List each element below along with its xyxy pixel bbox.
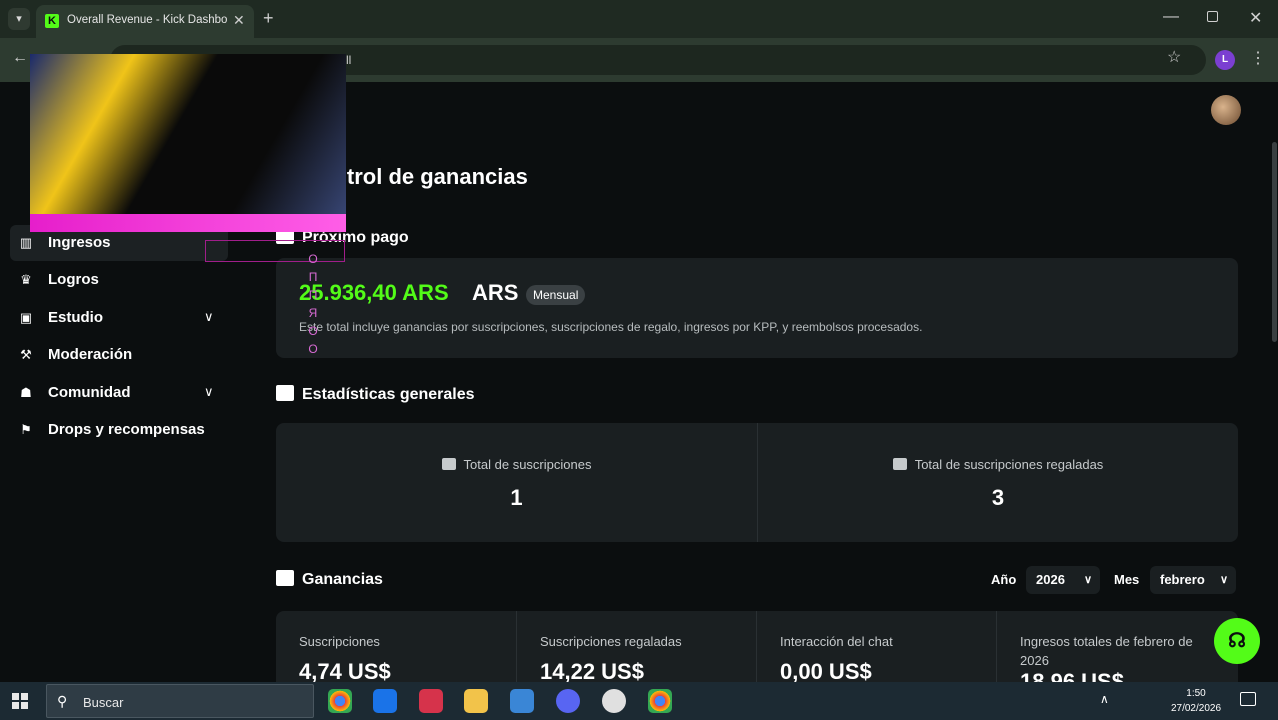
stat-value: 1	[510, 485, 523, 510]
bar-chart-icon	[892, 458, 907, 470]
month-select[interactable]: febrero ∨	[1150, 566, 1236, 594]
search-placeholder: Buscar	[83, 695, 124, 710]
stats-icon	[276, 385, 294, 401]
browser-tab-bar: ▾ K Overall Revenue - Kick Dashboard ✕ +…	[0, 0, 1278, 38]
bar-chart-icon	[276, 570, 294, 586]
mail-app-icon[interactable]	[373, 689, 397, 713]
earnings-label: Suscripciones	[299, 634, 380, 649]
chevron-down-icon[interactable]: ∨	[204, 309, 214, 325]
community-icon: ☗	[20, 385, 32, 400]
obs-app-icon[interactable]	[602, 689, 626, 713]
tab-search-button[interactable]: ▾	[8, 8, 30, 30]
sidebar-item-comunidad[interactable]: ☗ Comunidad ∨	[10, 375, 228, 411]
sidebar-item-estudio[interactable]: ▣ Estudio ∨	[10, 300, 228, 336]
profile-avatar[interactable]: L	[1215, 50, 1235, 70]
studio-icon: ▣	[19, 310, 33, 325]
year-label: Año	[991, 572, 1017, 587]
earnings-label: Ingresos totales de febrero de 2026	[1020, 634, 1193, 668]
notification-icon[interactable]	[1240, 692, 1256, 706]
bookmark-star-icon[interactable]: ☆	[1167, 47, 1181, 67]
tray-expand-icon[interactable]: ∧	[1100, 692, 1109, 706]
earnings-value: 18,96 US$	[1020, 669, 1124, 682]
user-avatar[interactable]	[1211, 95, 1241, 125]
close-window-icon[interactable]: ✕	[1249, 8, 1262, 28]
stat-total-subs: Total de suscripciones 1	[276, 423, 757, 542]
browser-tab[interactable]: K Overall Revenue - Kick Dashboard ✕	[36, 5, 254, 38]
bar-chart-icon: ▥	[19, 235, 33, 250]
chevron-down-icon: ∨	[1219, 574, 1228, 586]
bar-chart-icon	[441, 458, 456, 470]
taskbar-search[interactable]: ⚲ Buscar	[46, 684, 314, 718]
payment-description: Este total incluye ganancias por suscrip…	[299, 320, 923, 334]
stats-card: Total de suscripciones 1 Total de suscri…	[276, 423, 1238, 542]
sidebar-item-label: Moderación	[48, 346, 133, 363]
store-app-icon[interactable]	[510, 689, 534, 713]
sidebar-item-label: Comunidad	[48, 384, 131, 401]
chevron-down-icon: ∨	[1083, 574, 1092, 586]
stat-label: Total de suscripciones	[276, 457, 757, 472]
stat-value: 3	[991, 485, 1005, 510]
earnings-value: 4,74 US$	[299, 659, 391, 682]
back-arrow-icon[interactable]: ←	[12, 49, 28, 67]
sidebar-item-label: Logros	[48, 271, 99, 288]
url-text: ll	[346, 53, 352, 67]
earnings-subs: Suscripciones 4,74 US$	[276, 611, 516, 682]
payment-amount: 25.936,40 ARS	[299, 280, 449, 305]
kebab-menu-icon[interactable]: ⋮	[1250, 48, 1266, 68]
earnings-heading: Ganancias	[276, 570, 383, 589]
overlay-dots: O П П Я О О	[308, 252, 318, 356]
gift-icon: ⚑	[20, 422, 32, 437]
sidebar-item-moderacion[interactable]: ⚒ Moderación	[10, 337, 228, 373]
page-scrollbar[interactable]	[1272, 142, 1277, 342]
webcam-frame-bar	[30, 214, 346, 232]
stat-total-gifted-subs: Total de suscripciones regaladas 3	[757, 423, 1238, 542]
webcam-overlay	[30, 54, 346, 232]
earnings-label: Suscripciones regaladas	[540, 634, 682, 649]
close-tab-icon[interactable]: ✕	[233, 12, 245, 29]
sidebar-item-logros[interactable]: ♛ Logros	[10, 262, 228, 298]
trophy-icon: ♛	[20, 272, 32, 287]
next-payment-card: 25.936,40 ARS ARS Mensual Este total inc…	[276, 258, 1238, 358]
earnings-label: Interacción del chat	[780, 634, 893, 649]
kick-favicon-icon: K	[45, 14, 59, 28]
windows-start-icon[interactable]	[12, 693, 28, 709]
earnings-value: 14,22 US$	[540, 659, 644, 682]
new-tab-icon[interactable]: +	[263, 8, 274, 29]
tab-title: Overall Revenue - Kick Dashboard	[67, 14, 227, 26]
month-label: Mes	[1114, 572, 1140, 587]
frequency-badge: Mensual	[526, 285, 586, 305]
minimize-icon[interactable]: —	[1163, 8, 1179, 26]
windows-taskbar: ⚲ Buscar ∧ 1:50 27/02/2026	[0, 682, 1278, 720]
earnings-card: Suscripciones 4,74 US$ Suscripciones reg…	[276, 611, 1238, 682]
earnings-value: 0,00 US$	[780, 659, 872, 682]
sidebar-item-label: Ingresos	[48, 234, 111, 251]
stat-label: Total de suscripciones regaladas	[758, 457, 1238, 472]
sidebar-item-label: Estudio	[48, 309, 103, 326]
stats-heading: Estadísticas generales	[276, 385, 475, 404]
earnings-chat: Interacción del chat 0,00 US$	[756, 611, 996, 682]
clock[interactable]: 1:50 27/02/2026	[1168, 686, 1224, 716]
file-explorer-icon[interactable]	[464, 689, 488, 713]
search-icon: ⚲	[57, 693, 68, 709]
year-select[interactable]: 2026 ∨	[1026, 566, 1100, 594]
earnings-gifted: Suscripciones regaladas 14,22 US$	[516, 611, 756, 682]
chrome-active-app-icon[interactable]	[648, 689, 672, 713]
chrome-app-icon[interactable]	[328, 689, 352, 713]
chevron-down-icon[interactable]: ∨	[204, 384, 214, 400]
red-app-icon[interactable]	[419, 689, 443, 713]
payment-currency: ARS	[472, 280, 519, 305]
sidebar-item-drops[interactable]: ⚑ Drops y recompensas	[10, 412, 228, 448]
earnings-total: Ingresos totales de febrero de 2026 18,9…	[996, 611, 1236, 682]
wrench-icon: ⚒	[20, 347, 32, 362]
sidebar-item-label: Drops y recompensas	[48, 421, 205, 438]
discord-app-icon[interactable]	[556, 689, 580, 713]
support-chat-button[interactable]: ☊	[1214, 618, 1260, 664]
maximize-icon[interactable]	[1207, 11, 1218, 22]
overlay-frame	[205, 240, 345, 262]
